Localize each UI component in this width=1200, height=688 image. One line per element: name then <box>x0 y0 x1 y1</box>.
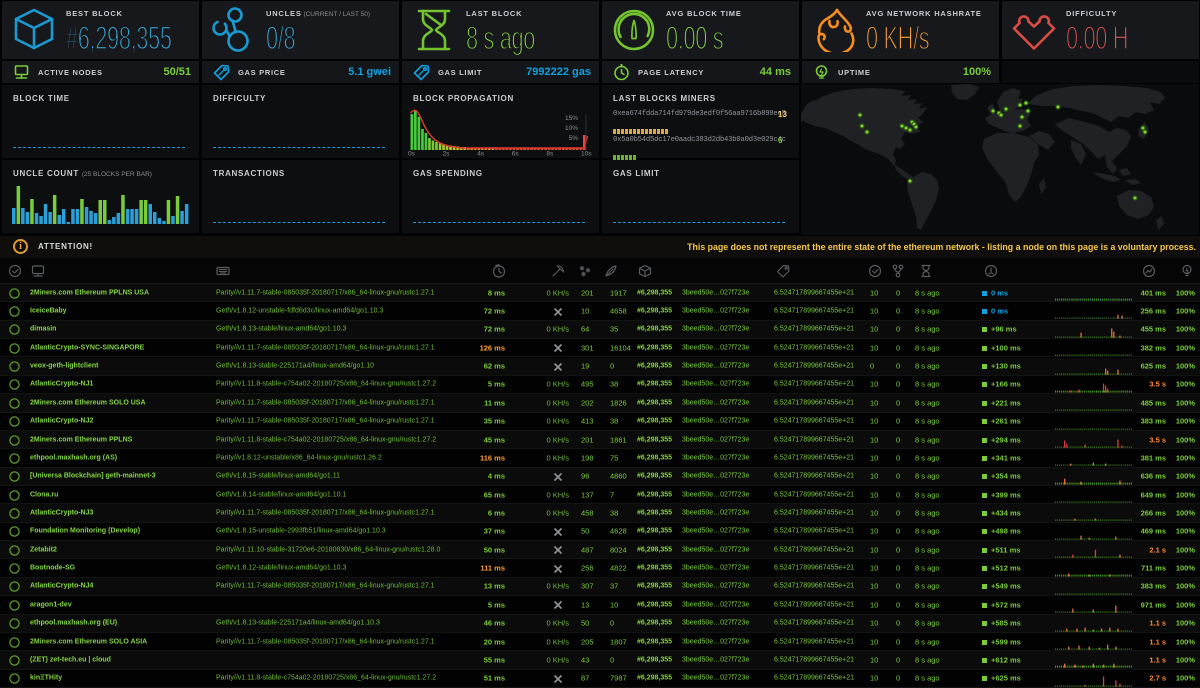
svg-text:10%: 10% <box>565 125 578 132</box>
svg-text:4s: 4s <box>477 151 485 158</box>
svg-text:5%: 5% <box>569 135 579 142</box>
svg-text:2s: 2s <box>443 151 451 158</box>
svg-text:10s: 10s <box>581 151 592 158</box>
svg-text:6s: 6s <box>512 151 520 158</box>
svg-text:0s: 0s <box>408 151 416 158</box>
svg-text:8s: 8s <box>546 151 554 158</box>
svg-text:15%: 15% <box>565 115 578 122</box>
